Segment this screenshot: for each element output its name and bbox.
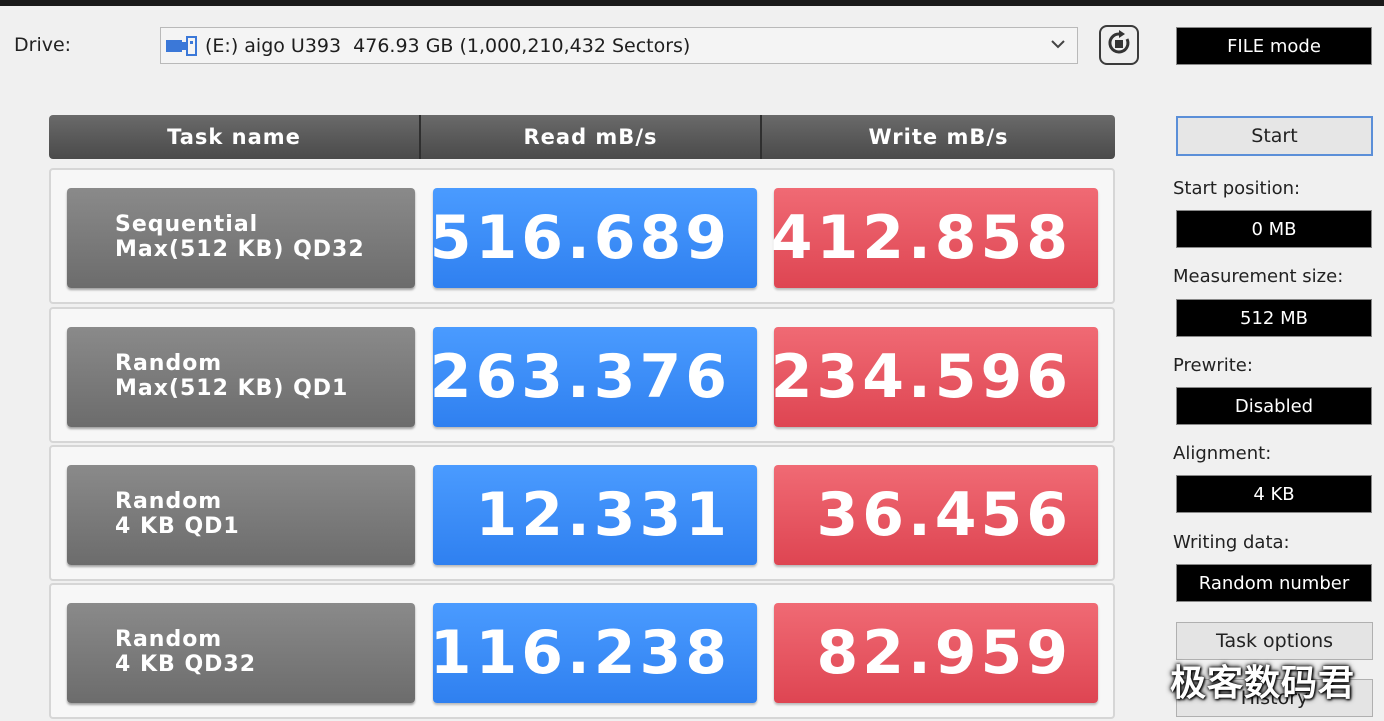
alignment-label: Alignment: bbox=[1173, 443, 1272, 464]
start-button[interactable]: Start bbox=[1176, 116, 1373, 156]
read-value: 12.331 bbox=[433, 465, 757, 565]
read-value: 116.238 bbox=[430, 603, 757, 703]
task-name-line2: Max(512 KB) QD1 bbox=[115, 376, 349, 401]
refresh-icon bbox=[1106, 30, 1132, 60]
prewrite-label: Prewrite: bbox=[1173, 355, 1253, 376]
task-button[interactable]: Random Max(512 KB) QD1 bbox=[67, 327, 415, 427]
task-name-line2: Max(512 KB) QD32 bbox=[115, 237, 365, 262]
result-row-rand-qd1-max: Random Max(512 KB) QD1 263.376 234.596 bbox=[49, 307, 1115, 443]
task-name-line1: Random bbox=[115, 627, 223, 652]
results-header: Task name Read mB/s Write mB/s bbox=[49, 115, 1115, 159]
window-top-edge bbox=[0, 0, 1384, 6]
drive-select[interactable]: (E:) aigo U393 476.93 GB (1,000,210,432 … bbox=[160, 27, 1078, 64]
task-name-line2: 4 KB QD32 bbox=[115, 652, 257, 677]
task-name-line2: 4 KB QD1 bbox=[115, 514, 240, 539]
result-row-rand-4k-qd32: Random 4 KB QD32 116.238 82.959 bbox=[49, 583, 1115, 719]
task-name-line1: Random bbox=[115, 351, 223, 376]
task-button[interactable]: Random 4 KB QD1 bbox=[67, 465, 415, 565]
task-name-line1: Random bbox=[115, 489, 223, 514]
write-value: 36.456 bbox=[774, 465, 1098, 565]
start-position-field[interactable]: 0 MB bbox=[1176, 210, 1372, 248]
read-value: 516.689 bbox=[430, 188, 757, 288]
header-task-name: Task name bbox=[167, 125, 301, 149]
task-button[interactable]: Random 4 KB QD32 bbox=[67, 603, 415, 703]
task-name-line1: Sequential bbox=[115, 212, 259, 237]
writing-data-field[interactable]: Random number bbox=[1176, 564, 1372, 602]
result-row-rand-4k-qd1: Random 4 KB QD1 12.331 36.456 bbox=[49, 445, 1115, 581]
measurement-size-label: Measurement size: bbox=[1173, 266, 1344, 287]
drive-icon bbox=[165, 34, 199, 58]
alignment-field[interactable]: 4 KB bbox=[1176, 475, 1372, 513]
mode-indicator[interactable]: FILE mode bbox=[1176, 27, 1372, 65]
header-read: Read mB/s bbox=[523, 125, 658, 149]
header-write: Write mB/s bbox=[868, 125, 1009, 149]
drive-select-value: (E:) aigo U393 476.93 GB (1,000,210,432 … bbox=[205, 34, 691, 57]
refresh-button[interactable] bbox=[1099, 25, 1139, 65]
task-button[interactable]: Sequential Max(512 KB) QD32 bbox=[67, 188, 415, 288]
read-value: 263.376 bbox=[430, 327, 757, 427]
writing-data-label: Writing data: bbox=[1173, 532, 1290, 553]
start-position-label: Start position: bbox=[1173, 178, 1301, 199]
write-value: 234.596 bbox=[771, 327, 1098, 427]
measurement-size-field[interactable]: 512 MB bbox=[1176, 299, 1372, 337]
drive-label: Drive: bbox=[14, 34, 72, 56]
write-value: 412.858 bbox=[771, 188, 1098, 288]
chevron-down-icon[interactable] bbox=[1049, 34, 1067, 54]
result-row-seq-qd32: Sequential Max(512 KB) QD32 516.689 412.… bbox=[49, 168, 1115, 304]
watermark-text: 极客数码君 bbox=[1170, 663, 1356, 704]
write-value: 82.959 bbox=[774, 603, 1098, 703]
prewrite-field[interactable]: Disabled bbox=[1176, 387, 1372, 425]
